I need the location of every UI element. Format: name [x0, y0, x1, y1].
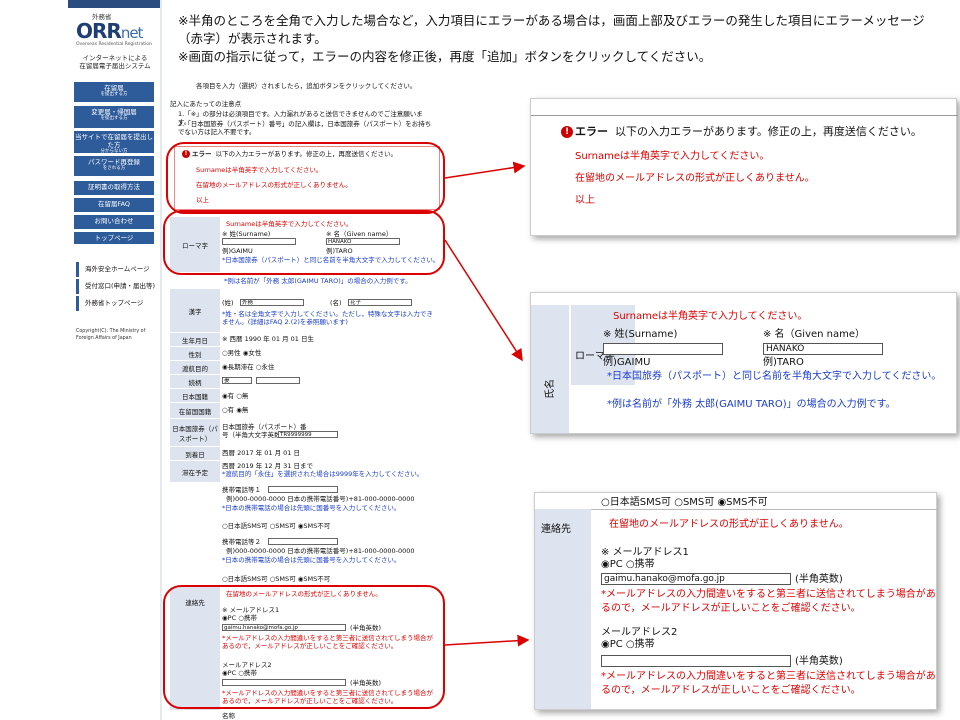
zoom-surname-error: Surnameは半角英字で入力してください。 — [613, 311, 808, 322]
zoom-surname-input[interactable] — [603, 343, 723, 355]
zoom-email1-input[interactable]: gaimu.hanako@mofa.go.jp — [601, 573, 791, 585]
zoom-email1-label: ※ メールアドレス1 — [601, 547, 689, 558]
zoom-given-example: 例)TARO — [763, 357, 804, 368]
zoom-email1-note-a: *メールアドレスの入力間違いをすると第三者に送信されてしまう場合があ — [601, 589, 936, 600]
zoom-error-end: 以上 — [575, 195, 595, 206]
zoom-email2-note-a: *メールアドレスの入力間違いをすると第三者に送信されてしまう場合があ — [601, 671, 936, 682]
zoom-email1-type[interactable]: ◉PC ○携帯 — [601, 559, 655, 571]
zoom-error-1: Surnameは半角英字で入力してください。 — [575, 151, 770, 162]
zoom-email-error: 在留地のメールアドレスの形式が正しくありません。 — [609, 519, 849, 530]
zoom-name-section: 氏名 ローマ字 Surnameは半角英字で入力してください。 ※ 姓(Surna… — [530, 292, 957, 434]
zoom-email2-type[interactable]: ◉PC ○携帯 — [601, 639, 655, 651]
zoom-given-input[interactable]: HANAKO — [763, 343, 883, 355]
zoom-email1-note-b: るので，メールアドレスが正しいことをご確認ください。 — [601, 603, 861, 614]
zoom-email-section: 連絡先 ○日本語SMS可 ○SMS可 ◉SMS不可 在留地のメールアドレスの形式… — [534, 492, 938, 710]
zoom-sms-radios[interactable]: ○日本語SMS可 ○SMS可 ◉SMS不可 — [601, 497, 768, 509]
zoom-error-heading: ! エラー 以下の入力エラーがあります。修正の上，再度送信ください。 — [561, 126, 922, 138]
zoom-email2-note-b: るので，メールアドレスが正しいことをご確認ください。 — [601, 685, 861, 696]
zoom-example-note: *例は名前が「外務 太郎(GAIMU TARO)」の場合の入力例です。 — [607, 399, 896, 410]
zoom-email1-hankaku: (半角英数) — [795, 574, 843, 585]
zoom-error-summary: ! エラー 以下の入力エラーがあります。修正の上，再度送信ください。 Surnam… — [530, 98, 958, 236]
zoom-given-label: ※ 名（Given name） — [763, 329, 866, 340]
zoom-passport-note: *日本国旅券（パスポート）と同じ名前を半角大文字で入力してください。 — [607, 371, 942, 382]
zoom-surname-example: 例)GAIMU — [603, 357, 651, 368]
zoom-surname-label: ※ 姓(Surname) — [603, 329, 678, 340]
zoom-email2-hankaku: (半角英数) — [795, 656, 843, 667]
zoom-email2-label: メールアドレス2 — [601, 627, 678, 638]
zoom-contact-label: 連絡先 — [541, 524, 571, 535]
zoom-side-label: 氏名 — [545, 379, 556, 399]
zoom-email2-input[interactable] — [601, 655, 791, 667]
zoom-error-2: 在留地のメールアドレスの形式が正しくありません。 — [575, 173, 815, 184]
